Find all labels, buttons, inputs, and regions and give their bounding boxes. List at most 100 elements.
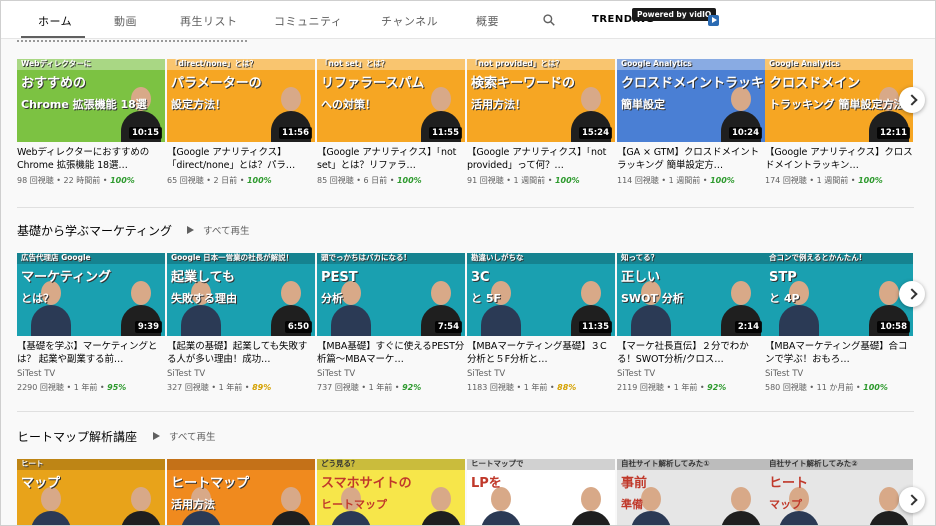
video-title[interactable]: 【起業の基礎】起業しても失敗する人が多い理由！成功… bbox=[167, 341, 315, 366]
video-card[interactable]: 「direct/none」とは？ パラメーターの 設定方法！ 11:56 【Google… bbox=[167, 59, 315, 186]
video-thumbnail[interactable]: Google 日本一営業の社長が解説！ 起業しても 失敗する理由 6:50 bbox=[167, 253, 315, 336]
thumbnail-text: 勘違いしがちな bbox=[471, 253, 524, 262]
video-title[interactable]: 【マーケ社長直伝】２分でわかる！SWOT分析/クロス… bbox=[617, 341, 765, 366]
video-title[interactable]: 【Google アナリティクス】「direct/none」とは？パラ… bbox=[167, 147, 315, 172]
views-and-age: 2290 回視聴 • 1 年前 • bbox=[17, 383, 108, 392]
shelf-title[interactable]: ヒートマップ解析講座 bbox=[17, 428, 137, 445]
video-title[interactable]: 【Google アナリティクス】「not set」とは？リファラ… bbox=[317, 147, 465, 172]
tab-playlists[interactable]: 再生リスト bbox=[180, 13, 238, 29]
video-card[interactable]: ヒートマップ 活用方法 bbox=[167, 459, 315, 525]
video-title[interactable]: 【MBAマーケティング基礎】３C分析と５F分析と… bbox=[467, 341, 615, 366]
video-thumbnail[interactable]: ヒートマップ 活用方法 bbox=[167, 459, 315, 525]
play-all-button[interactable]: すべて再生 bbox=[153, 429, 215, 443]
video-card[interactable]: 頭でっかちはバカになる! PEST 分析 7:54 【MBA基礎】すぐに使えるPEST分… bbox=[317, 253, 465, 393]
duration-badge: 6:50 bbox=[284, 321, 312, 333]
channel-name[interactable]: SiTest TV bbox=[167, 369, 315, 379]
channel-name[interactable]: SiTest TV bbox=[17, 369, 165, 379]
video-thumbnail[interactable]: 知ってる？ 正しい SWOT 分析 2:14 bbox=[617, 253, 765, 336]
vidiq-play-icon[interactable] bbox=[708, 15, 719, 26]
video-title[interactable]: 【Google アナリティクス】クロスドメイントラッキン… bbox=[765, 147, 913, 172]
video-thumbnail[interactable]: 「not set」とは？ リファラースパム への対策！ 11:55 bbox=[317, 59, 465, 142]
video-thumbnail[interactable]: 頭でっかちはバカになる! PEST 分析 7:54 bbox=[317, 253, 465, 336]
video-title[interactable]: 【基礎を学ぶ】マーケティングとは？ 起業や副業する前… bbox=[17, 341, 165, 366]
video-thumbnail[interactable]: 自社サイト解析してみた① 事前 準備 bbox=[617, 459, 765, 525]
thumbnail-text: クロスドメイン bbox=[769, 76, 861, 91]
tab-channels[interactable]: チャンネル bbox=[381, 13, 438, 29]
video-thumbnail[interactable]: どう見る？ スマホサイトの ヒートマップ bbox=[317, 459, 465, 525]
views-and-age: 2119 回視聴 • 1 年前 • bbox=[617, 383, 708, 392]
video-card[interactable]: Webディレクターに おすすめの Chrome 拡張機能 18選 10:15 Webディ… bbox=[17, 59, 165, 186]
channel-page: ホーム 動画 再生リスト コミュニティ チャンネル 概要 TRENDING Po… bbox=[0, 0, 936, 526]
video-card[interactable]: 合コンで例えるとかんたん! STP と 4P 10:58 【MBAマーケティング基礎】合… bbox=[765, 253, 913, 393]
video-title[interactable]: 【Google アナリティクス】「not provided」って何？… bbox=[467, 147, 615, 172]
video-thumbnail[interactable]: 合コンで例えるとかんたん! STP と 4P 10:58 bbox=[765, 253, 913, 336]
video-card[interactable]: 広告代理店 Google マーケティング とは？ 9:39 【基礎を学ぶ】マーケティング… bbox=[17, 253, 165, 393]
video-card[interactable]: Google Analytics クロスドメイン トラッキング 簡単設定方法 12:1… bbox=[765, 59, 913, 186]
play-all-button[interactable]: すべて再生 bbox=[187, 223, 249, 237]
video-card[interactable]: 知ってる？ 正しい SWOT 分析 2:14 【マーケ社長直伝】２分でわかる！SWOT分… bbox=[617, 253, 765, 393]
presenter-figure bbox=[481, 511, 521, 525]
shelf-title[interactable]: 基礎から学ぶマーケティング bbox=[17, 222, 172, 239]
thumbnail-text: スマホサイトの bbox=[321, 476, 412, 491]
video-card[interactable]: 自社サイト解析してみた① 事前 準備 bbox=[617, 459, 765, 525]
video-meta: 2290 回視聴 • 1 年前 • 95% bbox=[17, 382, 165, 393]
play-icon bbox=[187, 226, 194, 234]
thumbnail-text: Chrome 拡張機能 18選 bbox=[21, 98, 147, 111]
video-card[interactable]: 自社サイト解析してみた② ヒート マップ bbox=[765, 459, 913, 525]
video-card[interactable]: Google 日本一営業の社長が解説！ 起業しても 失敗する理由 6:50 【起業の基礎… bbox=[167, 253, 315, 393]
video-thumbnail[interactable]: 「not provided」とは？ 検索キーワードの 活用方法！ 15:24 bbox=[467, 59, 615, 142]
thumbnail-text: パラメーターの bbox=[171, 76, 262, 91]
presenter-figure bbox=[181, 511, 221, 525]
vidiq-score: 100% bbox=[554, 176, 580, 185]
video-title[interactable]: 【MBA基礎】すぐに使えるPEST分析篇〜MBAマーケ… bbox=[317, 341, 465, 366]
video-title[interactable]: 【GA × GTM】クロスドメイントラッキング 簡単設定方… bbox=[617, 147, 765, 172]
presenter-figure bbox=[631, 511, 671, 525]
tab-home[interactable]: ホーム bbox=[38, 13, 72, 29]
presenter-head bbox=[581, 281, 601, 305]
video-thumbnail[interactable]: ヒートマップで LPを bbox=[467, 459, 615, 525]
video-card[interactable]: 「not provided」とは？ 検索キーワードの 活用方法！ 15:24 【Goog… bbox=[467, 59, 615, 186]
search-icon[interactable] bbox=[542, 13, 556, 27]
video-title[interactable]: Webディレクターにおすすめの Chrome 拡張機能 18選… bbox=[17, 147, 165, 172]
tab-about[interactable]: 概要 bbox=[476, 13, 499, 29]
video-card[interactable]: 「not set」とは？ リファラースパム への対策！ 11:55 【Google アナ… bbox=[317, 59, 465, 186]
presenter-head bbox=[581, 87, 601, 111]
tab-videos[interactable]: 動画 bbox=[114, 13, 137, 29]
views-and-age: 327 回視聴 • 1 年前 • bbox=[167, 383, 253, 392]
shelf-next-button[interactable] bbox=[899, 487, 925, 513]
shelf-next-button[interactable] bbox=[899, 281, 925, 307]
thumbnail-text: 合コンで例えるとかんたん! bbox=[769, 253, 863, 262]
tab-community[interactable]: コミュニティ bbox=[274, 13, 342, 29]
video-thumbnail[interactable]: 勘違いしがちな 3C と 5F 11:35 bbox=[467, 253, 615, 336]
video-card[interactable]: Google Analytics クロスドメイントラッキング簡単設定 10:24 【G… bbox=[617, 59, 765, 186]
channel-name[interactable]: SiTest TV bbox=[317, 369, 465, 379]
video-thumbnail[interactable]: Google Analytics クロスドメイントラッキング簡単設定 10:24 bbox=[617, 59, 765, 142]
vidiq-score: 100% bbox=[396, 176, 422, 185]
video-card[interactable]: 勘違いしがちな 3C と 5F 11:35 【MBAマーケティング基礎】３C分析と５F分… bbox=[467, 253, 615, 393]
vidiq-score: 89% bbox=[252, 383, 272, 392]
video-meta: 327 回視聴 • 1 年前 • 89% bbox=[167, 382, 315, 393]
channel-name[interactable]: SiTest TV bbox=[467, 369, 615, 379]
video-card[interactable]: ヒート マップ bbox=[17, 459, 165, 525]
video-card[interactable]: ヒートマップで LPを bbox=[467, 459, 615, 525]
channel-name[interactable]: SiTest TV bbox=[765, 369, 913, 379]
shelf-next-button[interactable] bbox=[899, 87, 925, 113]
video-thumbnail[interactable]: 「direct/none」とは？ パラメーターの 設定方法！ 11:56 bbox=[167, 59, 315, 142]
video-thumbnail[interactable]: 自社サイト解析してみた② ヒート マップ bbox=[765, 459, 913, 525]
thumbnail-text: 活用方法 bbox=[171, 498, 215, 511]
presenter-head bbox=[731, 487, 751, 511]
video-card[interactable]: どう見る？ スマホサイトの ヒートマップ bbox=[317, 459, 465, 525]
views-and-age: 98 回視聴 • 22 時間前 • bbox=[17, 176, 111, 185]
thumbnail-text: 正しい bbox=[621, 270, 661, 285]
duration-badge: 10:24 bbox=[728, 127, 762, 139]
video-thumbnail[interactable]: ヒート マップ bbox=[17, 459, 165, 525]
thumbnail-text: PEST bbox=[321, 270, 358, 285]
duration-badge: 11:56 bbox=[278, 127, 312, 139]
presenter-figure bbox=[571, 511, 611, 525]
channel-name[interactable]: SiTest TV bbox=[617, 369, 765, 379]
video-thumbnail[interactable]: 広告代理店 Google マーケティング とは？ 9:39 bbox=[17, 253, 165, 336]
thumbnail-text: 失敗する理由 bbox=[171, 292, 237, 305]
video-title[interactable]: 【MBAマーケティング基礎】合コンで学ぶ！おもろ… bbox=[765, 341, 913, 366]
video-thumbnail[interactable]: Webディレクターに おすすめの Chrome 拡張機能 18選 10:15 bbox=[17, 59, 165, 142]
video-thumbnail[interactable]: Google Analytics クロスドメイン トラッキング 簡単設定方法 12:1… bbox=[765, 59, 913, 142]
